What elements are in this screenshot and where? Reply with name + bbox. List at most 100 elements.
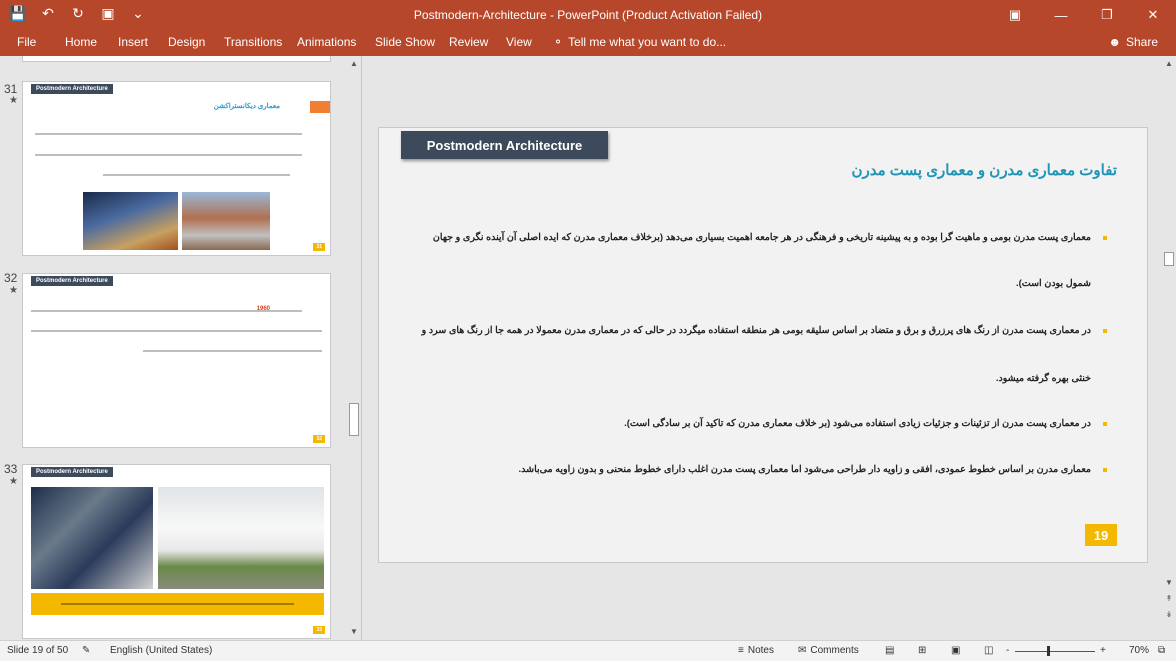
animation-star-icon: ★ [9, 285, 18, 296]
zoom-level[interactable]: 70% [1129, 645, 1149, 656]
spell-check-icon[interactable]: ✎ [82, 645, 90, 656]
tab-view[interactable]: View [506, 35, 532, 49]
thumb-text-line [35, 154, 302, 156]
person-icon: ☻ [1108, 35, 1121, 49]
thumbnail-slide-31[interactable]: Postmodern Architecture معماری دیکانسترا… [22, 81, 331, 256]
tab-transitions[interactable]: Transitions [224, 35, 282, 49]
tab-design[interactable]: Design [168, 35, 205, 49]
tab-review[interactable]: Review [449, 35, 488, 49]
share-button[interactable]: ☻ Share [1108, 35, 1158, 49]
scroll-thumb[interactable] [349, 403, 359, 436]
fit-to-window-icon[interactable]: ⧉ [1158, 645, 1165, 656]
tab-home[interactable]: Home [65, 35, 97, 49]
thumb-title: معماری دیکانستراکشن [213, 103, 280, 110]
slide-count-text: Slide 19 of 50 [7, 645, 69, 656]
slide-editor: Postmodern Architecture تفاوت معماری مدر… [364, 56, 1176, 640]
slide-header: Postmodern Architecture [401, 131, 608, 159]
zoom-out-icon: - [1006, 645, 1010, 656]
scroll-up-icon[interactable]: ▲ [1164, 59, 1174, 69]
thumb-highlight-year: 1960 [256, 306, 270, 312]
thumb-text-line [61, 603, 294, 605]
white-building-photo [158, 487, 324, 589]
animation-star-icon: ★ [9, 476, 18, 487]
thumb-header: Postmodern Architecture [31, 84, 113, 94]
slide-thumbnail-pane: 31 ★ Postmodern Architecture معماری دیکا… [0, 56, 362, 640]
previous-slide-icon[interactable]: ↟ [1164, 594, 1174, 604]
tab-slide-show[interactable]: Slide Show [375, 35, 435, 49]
lightbulb-icon: ⚬ [553, 35, 564, 49]
minimize-icon[interactable]: — [1038, 0, 1084, 30]
slide-sorter-icon[interactable]: ⊞ [918, 645, 926, 656]
thumbnail-slide-33[interactable]: Postmodern Architecture 33 [22, 464, 331, 639]
thumbnail-partial[interactable] [22, 56, 331, 62]
scroll-down-icon[interactable]: ▼ [1164, 578, 1174, 588]
zoom-slider-thumb[interactable] [1047, 646, 1050, 656]
scroll-thumb[interactable] [1164, 252, 1174, 266]
notes-icon: ≡ [738, 645, 744, 656]
thumbnail-number: 31 [4, 82, 18, 96]
thumb-header: Postmodern Architecture [31, 276, 113, 286]
bullet-text[interactable]: معماری پست مدرن بومی و ماهیت گرا بوده و … [391, 232, 1091, 243]
thumbnail-slide-32[interactable]: Postmodern Architecture 1960 32 [22, 273, 331, 448]
comments-label: Comments [810, 645, 859, 656]
tab-file[interactable]: File [17, 35, 36, 49]
slide-counter: Slide 19 of 50 [7, 645, 68, 656]
bullet-text[interactable]: در معماری پست مدرن از رنگ های پرزرق و بر… [391, 325, 1091, 336]
thumb-text-line [35, 133, 302, 135]
title-bar: 💾 ↶ ↻ ▣ ⌄ Postmodern-Architecture - Powe… [0, 0, 1176, 30]
zoom-level-text: 70% [1129, 645, 1150, 656]
zoom-out-button[interactable]: - [1006, 645, 1009, 656]
slide-title[interactable]: تفاوت معماری مدرن و معماری پست مدرن [851, 161, 1117, 179]
thumb-text-line [103, 174, 290, 176]
tab-insert[interactable]: Insert [118, 35, 148, 49]
zoom-slider[interactable] [1015, 651, 1095, 652]
zoom-in-button[interactable]: + [1100, 645, 1106, 656]
thumb-header: Postmodern Architecture [31, 467, 113, 477]
thumb-text-line [31, 330, 322, 332]
thumb-accent-block [310, 101, 330, 113]
bullet-marker [1103, 468, 1107, 472]
bullet-text[interactable]: در معماری پست مدرن از تزئینات و جزئیات ز… [391, 418, 1091, 429]
share-label: Share [1125, 35, 1158, 49]
thumb-page-badge: 33 [313, 626, 325, 634]
maximize-icon[interactable]: ❐ [1084, 0, 1130, 30]
notes-label: Notes [747, 645, 774, 656]
ribbon-display-icon[interactable]: ▣ [992, 0, 1038, 30]
animation-star-icon: ★ [9, 95, 18, 106]
bullet-text[interactable]: معماری مدرن بر اساس خطوط عمودی، افقی و ز… [391, 464, 1091, 475]
tell-me-box[interactable]: ⚬ Tell me what you want to do... [553, 35, 726, 49]
bullet-text[interactable]: شمول بودن است). [391, 278, 1091, 289]
thumbnail-scrollbar[interactable]: ▲ ▼ [347, 56, 361, 640]
bullet-text[interactable]: خنثی بهره گرفته میشود. [391, 373, 1091, 384]
comments-button[interactable]: ✉ Comments [798, 645, 859, 656]
notes-button[interactable]: ≡ Notes [738, 645, 774, 656]
thumb-page-badge: 31 [313, 243, 325, 251]
tab-animations[interactable]: Animations [297, 35, 356, 49]
next-slide-icon[interactable]: ↡ [1164, 610, 1174, 620]
current-slide[interactable]: Postmodern Architecture تفاوت معماری مدر… [378, 127, 1148, 563]
thumbnail-number: 32 [4, 271, 18, 285]
bullet-marker [1103, 422, 1107, 426]
building-photo-night [83, 192, 178, 250]
thumb-caption-bar [31, 593, 324, 615]
scroll-up-icon[interactable]: ▲ [349, 59, 359, 69]
language-text: English (United States) [110, 645, 213, 656]
building-photo-day [182, 192, 270, 250]
slide-scrollbar[interactable]: ▲ ▼ ↟ ↡ [1162, 56, 1176, 640]
thumb-page-badge: 32 [313, 435, 325, 443]
tell-me-text: Tell me what you want to do... [568, 35, 727, 49]
thumbnail-number: 33 [4, 462, 18, 476]
status-bar: Slide 19 of 50 ✎ English (United States)… [0, 640, 1176, 661]
slideshow-view-icon[interactable]: ◫ [984, 645, 993, 656]
reading-view-icon[interactable]: ▣ [951, 645, 960, 656]
scroll-down-icon[interactable]: ▼ [349, 627, 359, 637]
slide-page-number: 19 [1085, 524, 1117, 546]
close-icon[interactable]: ✕ [1130, 0, 1176, 30]
ribbon-tabs: File Home Insert Design Transitions Anim… [0, 30, 1176, 56]
bullet-marker [1103, 236, 1107, 240]
bullet-marker [1103, 329, 1107, 333]
language-indicator[interactable]: English (United States) [110, 645, 212, 656]
normal-view-icon[interactable]: ▤ [885, 645, 894, 656]
comment-icon: ✉ [798, 645, 807, 656]
sculpture-photo [31, 487, 153, 589]
